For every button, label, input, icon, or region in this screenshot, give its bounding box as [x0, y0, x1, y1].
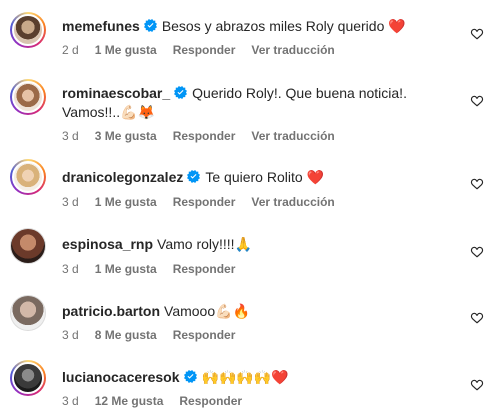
reply-button[interactable]: Responder — [173, 129, 236, 143]
likes-count[interactable]: 8 Me gusta — [95, 328, 157, 342]
comment-username[interactable]: memefunes — [62, 18, 140, 34]
translate-button[interactable]: Ver traducción — [251, 129, 334, 143]
comment-meta: 3 d 12 Me gusta Responder — [62, 393, 258, 409]
avatar[interactable] — [10, 295, 46, 331]
heart-outline-icon[interactable] — [470, 245, 484, 259]
comment-meta: 2 d 1 Me gusta Responder Ver traducción — [62, 42, 351, 58]
likes-count[interactable]: 1 Me gusta — [95, 195, 157, 209]
comment-username[interactable]: rominaescobar_ — [62, 85, 170, 101]
comment-body: Te quiero Rolito — [205, 169, 303, 185]
reply-button[interactable]: Responder — [173, 328, 236, 342]
heart-outline-icon[interactable] — [470, 311, 484, 325]
comment-meta: 3 d 1 Me gusta Responder — [62, 261, 251, 277]
comment-username[interactable]: lucianocaceresok — [62, 369, 180, 385]
comment-age: 3 d — [62, 129, 79, 143]
comment-age: 3 d — [62, 262, 79, 276]
comment-text: lucianocaceresok 🙌🙌🙌🙌❤️ — [62, 368, 432, 388]
comment-age: 3 d — [62, 328, 79, 342]
reply-button[interactable]: Responder — [173, 195, 236, 209]
comment-meta: 3 d 1 Me gusta Responder Ver traducción — [62, 194, 351, 210]
comment-username[interactable]: espinosa_rnp — [62, 236, 153, 252]
comment-emoji: 💪🏻🔥 — [215, 304, 250, 320]
heart-outline-icon[interactable] — [470, 378, 484, 392]
avatar[interactable] — [10, 159, 46, 195]
avatar[interactable] — [10, 360, 46, 396]
comment-meta: 3 d 3 Me gusta Responder Ver traducción — [62, 128, 351, 144]
verified-badge-icon — [184, 370, 197, 383]
comment-body: Besos y abrazos miles Roly querido — [161, 18, 385, 34]
heart-outline-icon[interactable] — [470, 177, 484, 191]
comment-age: 2 d — [62, 43, 79, 57]
comment-body: Vamooo — [164, 303, 216, 319]
comment-username[interactable]: patricio.barton — [62, 303, 160, 319]
comment-username[interactable]: dranicolegonzalez — [62, 169, 183, 185]
heart-outline-icon[interactable] — [470, 27, 484, 41]
translate-button[interactable]: Ver traducción — [251, 43, 334, 57]
avatar[interactable] — [10, 12, 46, 48]
comment-body: Vamo roly!!!! — [157, 236, 235, 252]
heart-outline-icon[interactable] — [470, 94, 484, 108]
comment-text: memefunes Besos y abrazos miles Roly quer… — [62, 17, 432, 37]
verified-badge-icon — [174, 86, 187, 99]
comment-meta: 3 d 8 Me gusta Responder — [62, 327, 251, 343]
comment-text: patricio.barton Vamooo💪🏻🔥 — [62, 302, 432, 322]
likes-count[interactable]: 3 Me gusta — [95, 129, 157, 143]
translate-button[interactable]: Ver traducción — [251, 195, 334, 209]
verified-badge-icon — [187, 170, 200, 183]
reply-button[interactable]: Responder — [173, 43, 236, 57]
likes-count[interactable]: 1 Me gusta — [95, 43, 157, 57]
reply-button[interactable]: Responder — [179, 394, 242, 408]
comment-text: rominaescobar_ Querido Roly!. Que buena n… — [62, 84, 432, 123]
likes-count[interactable]: 12 Me gusta — [95, 394, 164, 408]
avatar[interactable] — [10, 228, 46, 264]
comment-emoji: 🙌🙌🙌🙌❤️ — [201, 370, 289, 386]
comment-age: 3 d — [62, 394, 79, 408]
likes-count[interactable]: 1 Me gusta — [95, 262, 157, 276]
comment-age: 3 d — [62, 195, 79, 209]
comment-text: dranicolegonzalez Te quiero Rolito ❤️ — [62, 168, 432, 188]
avatar[interactable] — [10, 79, 46, 115]
comment-emoji: ❤️ — [388, 19, 406, 35]
comment-text: espinosa_rnp Vamo roly!!!!🙏 — [62, 235, 432, 255]
verified-badge-icon — [144, 19, 157, 32]
comment-emoji: 💪🏻🦊 — [120, 105, 155, 121]
comment-emoji: ❤️ — [306, 170, 324, 186]
comment-emoji: 🙏 — [234, 237, 253, 253]
reply-button[interactable]: Responder — [173, 262, 236, 276]
